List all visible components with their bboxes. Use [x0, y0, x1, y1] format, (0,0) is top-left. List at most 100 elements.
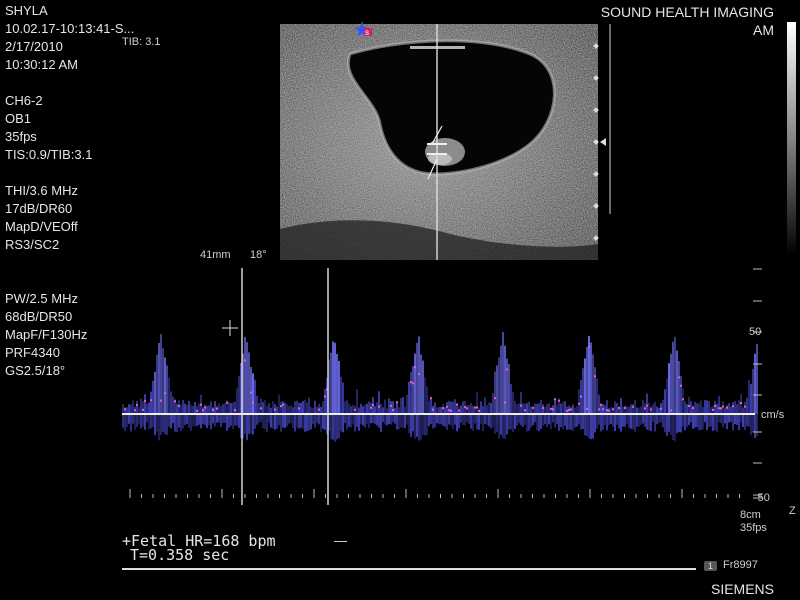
spectrum-bin-reverse	[542, 414, 544, 426]
spectrum-bin-reverse	[738, 414, 740, 431]
spectrum-bin-reverse	[290, 414, 292, 424]
am-label: AM	[753, 22, 774, 38]
spectrum-bin-reverse	[434, 414, 436, 428]
spectrum-bin	[228, 401, 230, 414]
spectrum-bin-reverse	[600, 414, 602, 432]
spectrum-speck	[200, 403, 202, 406]
spectrum-bin-reverse	[280, 414, 282, 432]
spectrum-bin	[336, 354, 338, 414]
spectrum-bin-reverse	[392, 414, 394, 423]
spectrum-bin-reverse	[136, 414, 138, 427]
spectrum-bin-reverse	[602, 414, 604, 430]
transducer-info: CH6-2 OB1 35fps TIS:0.9/TIB:3.1	[5, 92, 92, 164]
bmode-image[interactable]	[280, 24, 598, 260]
spectrum-bin	[732, 402, 734, 414]
spectrum-bin-reverse	[376, 414, 378, 426]
spectrum-bin-reverse	[580, 414, 582, 430]
spectrum-bin	[610, 407, 612, 414]
facility-name: SOUND HEALTH IMAGING	[600, 4, 774, 20]
spectrum-bin-reverse	[410, 414, 412, 437]
caliper-cross-icon[interactable]	[222, 320, 238, 336]
spectrum-bin-reverse	[176, 414, 178, 432]
spectrum-bin	[604, 405, 606, 414]
spectrum-bin-reverse	[428, 414, 430, 427]
spectrum-bin-reverse	[578, 414, 580, 425]
spectrum-bin-reverse	[324, 414, 326, 431]
spectrum-bin	[186, 404, 188, 414]
spectrum-bin-reverse	[180, 414, 182, 431]
spectrum-bin	[392, 401, 394, 414]
spectrum-bin	[294, 401, 296, 414]
patient-name: SHYLA	[5, 3, 48, 18]
spectrum-bin-reverse	[408, 414, 410, 434]
bmode-rs: RS3/SC2	[5, 237, 60, 252]
spectrum-bin	[716, 403, 718, 414]
spectrum-bin	[360, 403, 362, 414]
spectrum-bin-reverse	[246, 414, 248, 441]
spectrum-bin	[462, 401, 464, 414]
spectrum-bin-reverse	[380, 414, 382, 432]
spectrum-bin	[698, 403, 700, 414]
spectrum-bin-reverse	[304, 414, 306, 432]
spectrum-bin	[754, 353, 756, 414]
spectrum-speck	[552, 408, 554, 411]
spectrum-bin	[286, 404, 288, 414]
spectrum-bin	[412, 366, 414, 414]
spectrum-bin-reverse	[672, 414, 674, 441]
spectrum-bin-reverse	[468, 414, 470, 425]
spectrum-bin-reverse	[596, 414, 598, 429]
spectrum-bin-reverse	[694, 414, 696, 428]
spectrum-bin-reverse	[582, 414, 584, 429]
spectrum-bin	[162, 348, 164, 414]
spectrum-speck	[196, 409, 198, 412]
spectrum-bin	[634, 400, 636, 414]
depth-markers	[593, 24, 611, 241]
spectrum-bin-reverse	[232, 414, 234, 430]
probe-orientation-icon: s	[354, 21, 372, 37]
spectrum-bin-reverse	[330, 414, 332, 440]
spectrum-bin-reverse	[520, 414, 522, 426]
spectrum-bin-reverse	[552, 414, 554, 423]
grayscale-bar	[787, 22, 796, 256]
spectrum-bin-reverse	[162, 414, 164, 433]
spectrum-bin	[204, 405, 206, 414]
spectrum-bin-reverse	[206, 414, 208, 428]
spectrum-bin-reverse	[358, 414, 360, 431]
spectrum-bin-reverse	[334, 414, 336, 442]
spectrum-speck	[372, 404, 374, 407]
spectrum-bin-reverse	[556, 414, 558, 424]
spectrum-speck	[298, 407, 300, 410]
spectrum-speck	[504, 401, 506, 404]
spectrum-bin	[642, 400, 644, 414]
spectrum-bin-reverse	[698, 414, 700, 431]
spectrum-bin-reverse	[480, 414, 482, 424]
spectrum-bin	[410, 371, 412, 414]
spectrum-speck	[722, 405, 724, 408]
spectrum-bin	[748, 380, 750, 414]
spectrum-speck	[274, 408, 276, 411]
spectrum-bin-reverse	[394, 414, 396, 424]
spectrum-bin	[674, 336, 676, 414]
spectrum-bin-reverse	[594, 414, 596, 433]
spectrum-bin-reverse	[362, 414, 364, 426]
spectrum-bin	[400, 398, 402, 414]
spectrum-bin-reverse	[298, 414, 300, 429]
spectrum-speck	[586, 408, 588, 411]
spectrum-bin	[530, 406, 532, 414]
spectrum-bin	[182, 400, 184, 414]
spectrum-speck	[524, 409, 526, 412]
spectrum-bin	[668, 363, 670, 414]
spectrum-bin-reverse	[344, 414, 346, 424]
spectrum-bin-reverse	[688, 414, 690, 425]
spectrum-bin-reverse	[524, 414, 526, 425]
spectrum-speck	[612, 408, 614, 411]
spectrum-bin	[330, 352, 332, 414]
doppler-spectrum[interactable]	[0, 260, 800, 600]
spectrum-bin	[122, 404, 124, 414]
z-label: Z	[789, 505, 796, 517]
spectrum-bin	[616, 403, 618, 414]
spectrum-bin	[244, 336, 246, 414]
spectrum-bin	[250, 366, 252, 414]
spectrum-bin-reverse	[420, 414, 422, 440]
spectrum-bin-reverse	[148, 414, 150, 430]
